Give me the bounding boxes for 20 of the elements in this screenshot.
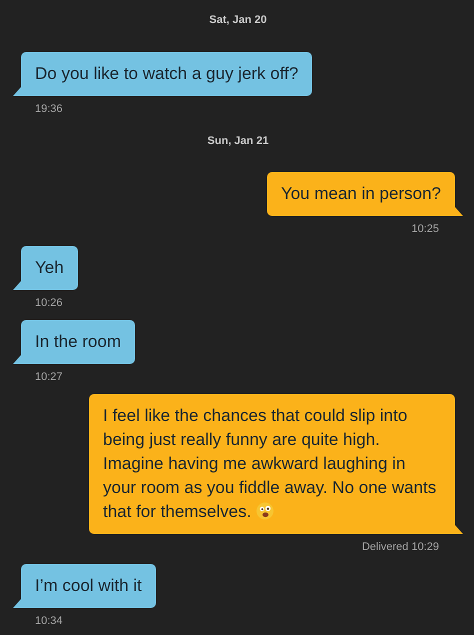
date-separator: Sun, Jan 21 [206,134,270,148]
message-bubble: I feel like the chances that could slip into being just really funny are quite high. Imagine having me awkward laughing in your room as you fiddle away. No one wants that for themselves. [89,394,455,534]
date-separator: Sat, Jan 20 [208,13,268,27]
bubble-tail [13,87,21,96]
bubble-tail [455,207,463,216]
bubble-tail [455,525,463,534]
bubble-tail [13,599,21,608]
message-time: 10:27 [35,370,63,384]
message-bubble: Yeh [21,246,78,290]
message-time: 10:34 [35,614,63,628]
bubble-tail [13,281,21,290]
message-time: Delivered 10:29 [362,540,439,554]
message-time: 10:26 [35,296,63,310]
message-time: 19:36 [35,102,63,116]
bubble-tail [13,355,21,364]
message-bubble: You mean in person? [266,172,455,216]
message-bubble: I’m cool with it [21,564,156,608]
message-bubble: Do you like to watch a guy jerk off? [21,52,312,96]
message-bubble: In the room [21,320,135,364]
message-time: 10:25 [411,222,439,236]
